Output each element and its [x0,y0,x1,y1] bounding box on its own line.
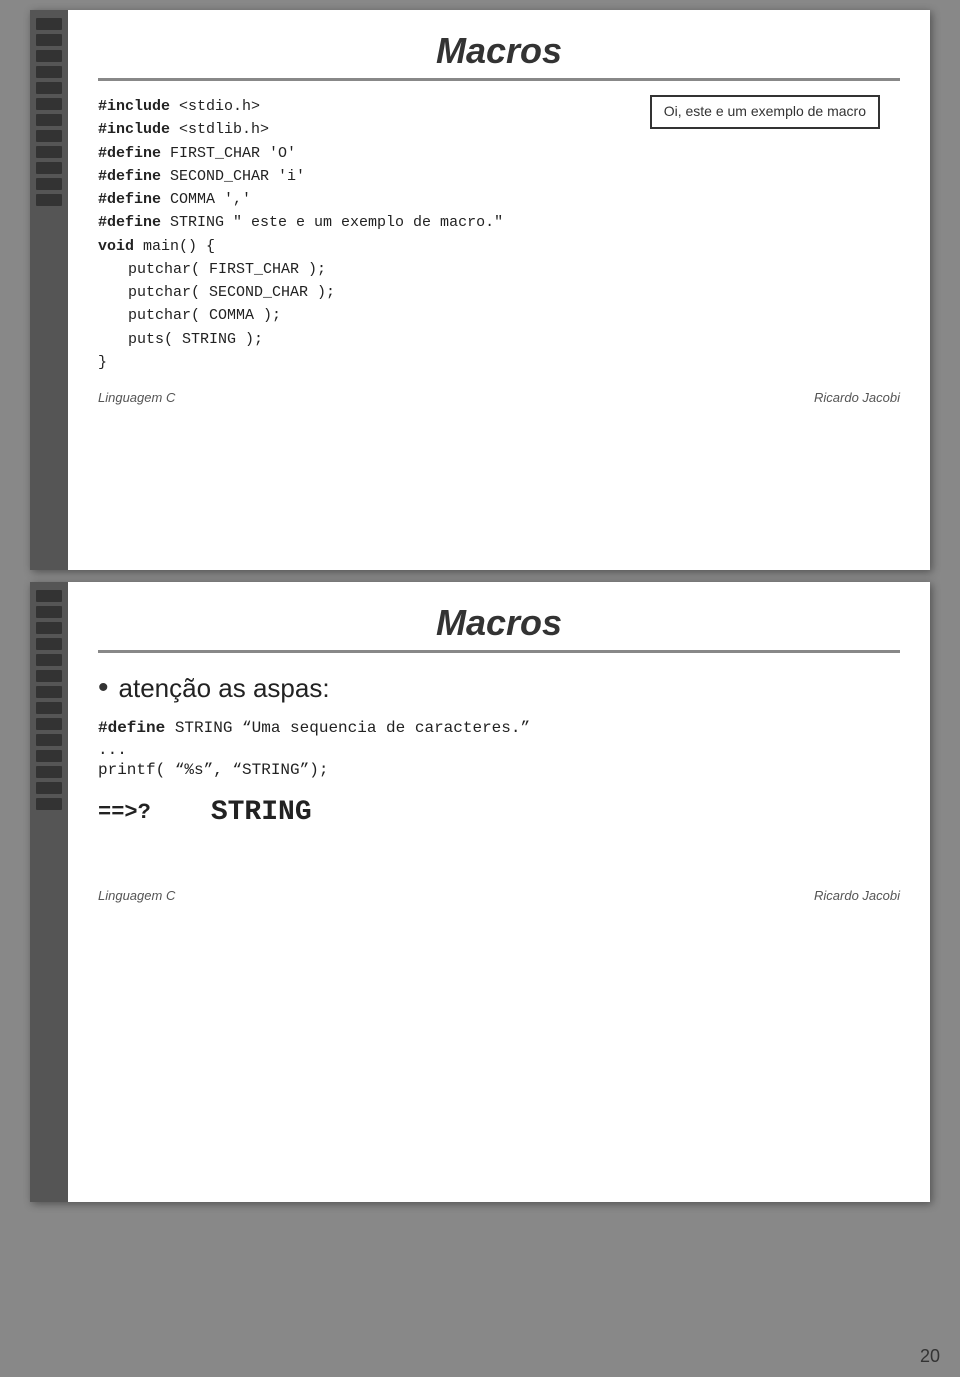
footer-left-2: Linguagem C [98,888,175,903]
printf-line: printf( “%s”, “STRING”); [98,761,900,779]
code-line: #define FIRST_CHAR 'O' [98,142,900,165]
arrow-text: ==>? [98,800,151,825]
strip-block [36,750,62,762]
code-line: #define STRING " este e um exemplo de ma… [98,211,900,234]
strip-block [36,98,62,110]
strip-block [36,670,62,682]
strip-block [36,34,62,46]
slide-1-content: Macros Oi, este e um exemplo de macro #i… [68,10,930,425]
keyword: #define [98,719,165,737]
strip-block [36,622,62,634]
strip-block [36,146,62,158]
strip-block [36,798,62,810]
code-line: } [98,351,900,374]
strip-block [36,766,62,778]
footer-right: Ricardo Jacobi [814,390,900,405]
strip-block [36,638,62,650]
footer-right-2: Ricardo Jacobi [814,888,900,903]
code-line-comma: #define COMMA ',' [98,188,900,211]
strip-block [36,194,62,206]
strip-block [36,18,62,30]
bullet-item: • atenção as aspas: [98,671,900,705]
bullet-section: • atenção as aspas: [98,671,900,705]
define-rest: STRING “Uma sequencia de caracteres.” [165,719,530,737]
keyword: #define [98,191,161,208]
keyword: #define [98,168,161,185]
callout-box: Oi, este e um exemplo de macro [650,95,880,129]
code-line: puts( STRING ); [98,328,900,351]
strip-block [36,178,62,190]
title-divider [98,78,900,81]
slide-2-title: Macros [98,602,900,644]
slide-2: Macros • atenção as aspas: #define STRIN… [30,582,930,1202]
strip-block [36,606,62,618]
strip-block [36,686,62,698]
keyword: #include [98,98,170,115]
slide-1: Macros Oi, este e um exemplo de macro #i… [30,10,930,570]
keyword: #include [98,121,170,138]
strip-block [36,130,62,142]
strip-block [36,66,62,78]
ellipsis-line: ... [98,741,900,759]
arrow-line: ==>? STRING [98,797,900,828]
bullet-text: atenção as aspas: [119,673,330,704]
footer-left: Linguagem C [98,390,175,405]
strip-block [36,702,62,714]
bullet-dot: • [98,671,109,705]
code-block-1: Oi, este e um exemplo de macro #include … [98,95,900,374]
strip-block [36,114,62,126]
slide-1-title: Macros [98,30,900,72]
strip-block [36,734,62,746]
strip-block [36,50,62,62]
page-number: 20 [920,1346,940,1367]
strip-block [36,718,62,730]
left-decorative-strip [30,10,68,570]
strip-block [36,82,62,94]
strip-block [36,590,62,602]
string-result: STRING [211,797,312,828]
keyword: #define [98,214,161,231]
left-decorative-strip-2 [30,582,68,1202]
define-line: #define STRING “Uma sequencia de caracte… [98,719,900,737]
strip-block [36,162,62,174]
code-line: #define SECOND_CHAR 'i' [98,165,900,188]
keyword: void [98,238,134,255]
code-line: putchar( FIRST_CHAR ); [98,258,900,281]
slide-2-content: Macros • atenção as aspas: #define STRIN… [68,582,930,923]
slide-1-footer: Linguagem C Ricardo Jacobi [98,390,900,405]
code-line: putchar( COMMA ); [98,304,900,327]
title-divider-2 [98,650,900,653]
keyword: #define [98,145,161,162]
strip-block [36,782,62,794]
code-line: putchar( SECOND_CHAR ); [98,281,900,304]
slide-2-footer: Linguagem C Ricardo Jacobi [98,888,900,903]
strip-block [36,654,62,666]
code-line: void main() { [98,235,900,258]
